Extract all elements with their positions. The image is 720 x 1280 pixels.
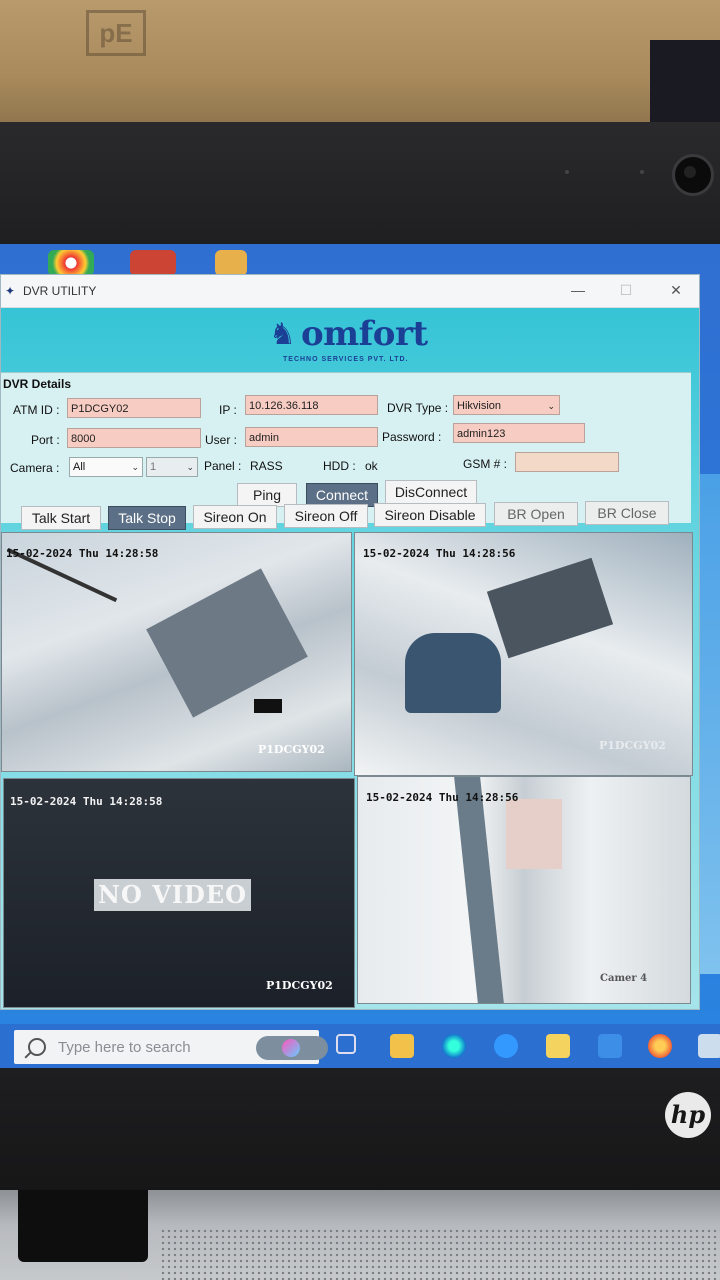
task-view-icon[interactable] xyxy=(336,1034,356,1054)
comfort-logo: ♞ omfort TECHNO SERVICES PVT. LTD. xyxy=(269,314,439,370)
camera-4-name: Camer 4 xyxy=(600,973,648,984)
masked-box xyxy=(254,699,282,713)
camera-2-name: P1DCGY02 xyxy=(599,739,666,752)
talk-start-button[interactable]: Talk Start xyxy=(21,506,101,530)
user-field[interactable]: admin xyxy=(245,427,378,447)
maximize-button[interactable]: ☐ xyxy=(611,279,641,301)
camera-number-select[interactable]: 1 ⌄ xyxy=(146,457,198,477)
password-field[interactable]: admin123 xyxy=(453,423,585,443)
port-field[interactable]: 8000 xyxy=(67,428,201,448)
panel-value: RASS xyxy=(250,459,283,473)
password-label: Password : xyxy=(382,430,442,444)
copilot-icon[interactable] xyxy=(256,1036,328,1060)
sireon-off-button[interactable]: Sireon Off xyxy=(284,504,368,528)
camera-4-timestamp: 15-02-2024 Thu 14:28:56 xyxy=(366,791,519,804)
sireon-on-button[interactable]: Sireon On xyxy=(193,505,277,529)
camera-scene-person xyxy=(405,633,501,713)
camera-feed-4[interactable]: 15-02-2024 Thu 14:28:56 Camer 4 xyxy=(357,776,691,1004)
box-print-mark: pE xyxy=(86,10,146,56)
camera-feed-1[interactable]: 15-02-2024 Thu 14:28:58 P1DCGY02 xyxy=(1,532,352,772)
br-close-button[interactable]: BR Close xyxy=(585,501,669,525)
camera-label: Camera : xyxy=(10,461,60,475)
camera-2-timestamp: 15-02-2024 Thu 14:28:56 xyxy=(363,547,516,560)
dvr-type-select[interactable]: Hikvision ⌄ xyxy=(453,395,560,415)
gsm-field[interactable] xyxy=(515,452,619,472)
chevron-down-icon: ⌄ xyxy=(186,462,194,472)
camera-scene-door-edge xyxy=(454,777,504,1003)
hp-logo: hp xyxy=(665,1092,711,1138)
shield-icon[interactable] xyxy=(698,1034,720,1058)
taskbar-search-box[interactable]: Type here to search xyxy=(14,1030,328,1064)
ip-field[interactable]: 10.126.36.118 xyxy=(245,395,378,415)
laptop-screen: ✦ DVR UTILITY — ☐ ✕ ♞ omfort TECHNO SERV… xyxy=(0,244,720,1070)
title-bar: ✦ DVR UTILITY — ☐ ✕ xyxy=(1,275,699,308)
laptop-bezel-bottom xyxy=(0,1068,720,1198)
speaker-grille xyxy=(160,1228,720,1280)
background-dark-object xyxy=(650,40,720,128)
gsm-label: GSM # : xyxy=(463,457,508,471)
file-explorer-icon[interactable] xyxy=(390,1034,414,1058)
sensor-dot xyxy=(565,170,569,174)
internet-explorer-icon[interactable] xyxy=(494,1034,518,1058)
no-video-label: NO VIDEO xyxy=(94,879,252,911)
sireon-disable-button[interactable]: Sireon Disable xyxy=(374,503,486,527)
camera-feed-3[interactable]: 15-02-2024 Thu 14:28:58 NO VIDEO P1DCGY0… xyxy=(3,778,355,1008)
search-placeholder: Type here to search xyxy=(58,1039,191,1056)
firefox-icon[interactable] xyxy=(648,1034,672,1058)
logo-subtitle: TECHNO SERVICES PVT. LTD. xyxy=(283,356,409,363)
store-icon[interactable] xyxy=(546,1034,570,1058)
webcam-icon xyxy=(672,154,714,196)
camera-3-name: P1DCGY02 xyxy=(266,979,333,992)
laptop-hinge xyxy=(18,1190,148,1262)
camera-number-value: 1 xyxy=(150,461,157,473)
hdd-value: ok xyxy=(365,459,378,473)
camera-scene-object xyxy=(146,568,308,718)
windows-taskbar: Type here to search xyxy=(0,1024,720,1070)
desktop-background-strip xyxy=(700,474,720,974)
dvr-type-label: DVR Type : xyxy=(387,401,449,415)
ip-label: IP : xyxy=(219,403,237,417)
talk-stop-button[interactable]: Talk Stop xyxy=(108,506,186,530)
camera-select-value: All xyxy=(73,461,86,473)
dvr-type-value: Hikvision xyxy=(457,400,502,412)
camera-scene-machine xyxy=(486,557,614,659)
chrome-icon[interactable] xyxy=(48,250,94,276)
background-cardboard-box: pE xyxy=(0,0,720,128)
window-title: DVR UTILITY xyxy=(23,284,97,298)
camera-3-timestamp: 15-02-2024 Thu 14:28:58 xyxy=(10,795,163,808)
bird-logo-icon: ♞ xyxy=(269,318,296,351)
atm-id-field[interactable]: P1DCGY02 xyxy=(67,398,201,418)
camera-scene-poster xyxy=(506,799,562,869)
atm-id-label: ATM ID : xyxy=(13,403,60,417)
dvr-details-heading: DVR Details xyxy=(3,377,72,391)
desktop-app-icon[interactable] xyxy=(130,250,176,276)
app-logo-icon: ✦ xyxy=(5,284,16,298)
disconnect-button[interactable]: DisConnect xyxy=(385,480,477,504)
search-icon xyxy=(28,1038,46,1056)
port-label: Port : xyxy=(31,433,60,447)
laptop-bezel-top xyxy=(0,122,720,244)
folder-icon[interactable] xyxy=(215,250,247,276)
sensor-dot xyxy=(640,170,644,174)
logo-word: omfort xyxy=(301,314,428,354)
user-label: User : xyxy=(205,433,238,447)
chevron-down-icon: ⌄ xyxy=(131,462,139,472)
br-open-button[interactable]: BR Open xyxy=(494,502,578,526)
minimize-button[interactable]: — xyxy=(563,279,593,301)
camera-1-timestamp: 15-02-2024 Thu 14:28:58 xyxy=(6,547,159,560)
chevron-down-icon: ⌄ xyxy=(547,401,555,411)
app-content: ♞ omfort TECHNO SERVICES PVT. LTD. DVR D… xyxy=(1,308,699,1009)
hdd-label: HDD : xyxy=(323,459,356,473)
dvr-utility-window: ✦ DVR UTILITY — ☐ ✕ ♞ omfort TECHNO SERV… xyxy=(0,274,700,1010)
close-button[interactable]: ✕ xyxy=(661,279,691,301)
mail-icon[interactable] xyxy=(598,1034,622,1058)
edge-icon[interactable] xyxy=(442,1034,466,1058)
camera-feed-2[interactable]: 15-02-2024 Thu 14:28:56 P1DCGY02 xyxy=(354,532,693,776)
camera-select[interactable]: All ⌄ xyxy=(69,457,143,477)
panel-label: Panel : xyxy=(204,459,242,473)
camera-1-name: P1DCGY02 xyxy=(258,743,325,756)
